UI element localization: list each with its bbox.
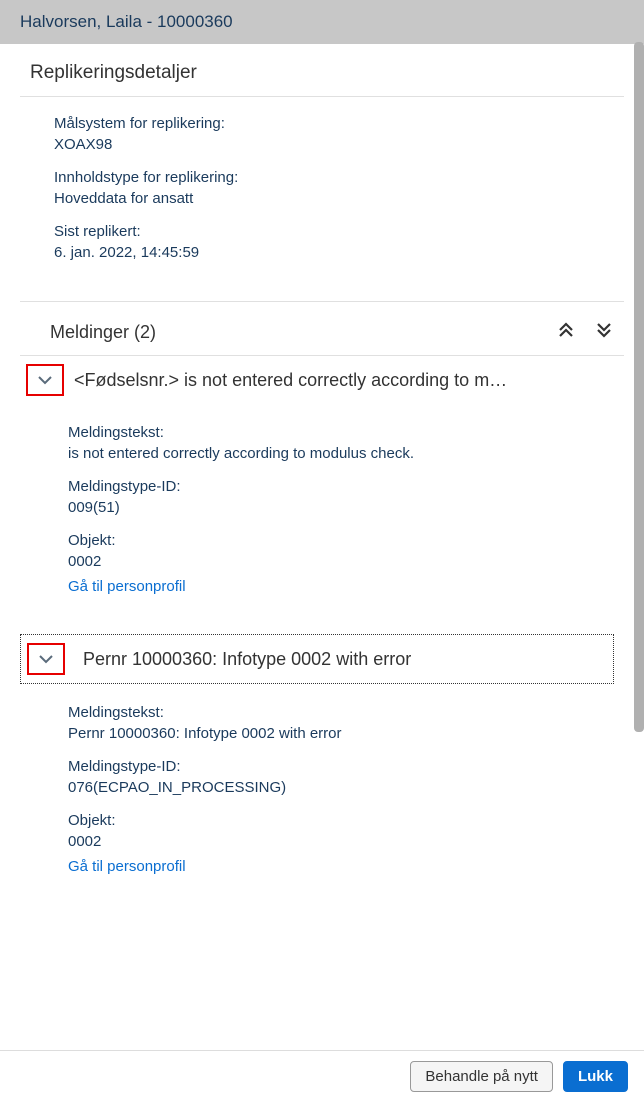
page-header: Halvorsen, Laila - 10000360 xyxy=(0,0,644,44)
message-body: Meldingstekst: Pernr 10000360: Infotype … xyxy=(20,684,624,886)
expand-all-icon[interactable] xyxy=(594,320,614,345)
message-body: Meldingstekst: is not entered correctly … xyxy=(20,404,624,606)
message-type-id-label: Meldingstype-ID: xyxy=(68,758,614,775)
process-again-button[interactable]: Behandle på nytt xyxy=(410,1061,553,1092)
messages-title: Meldinger (2) xyxy=(50,322,156,343)
message-header-row[interactable]: Pernr 10000360: Infotype 0002 with error xyxy=(20,634,614,684)
message-object-value: 0002 xyxy=(68,833,614,850)
footer-bar: Behandle på nytt Lukk xyxy=(0,1050,644,1102)
details-block: Målsystem for replikering: XOAX98 Innhol… xyxy=(20,97,624,295)
scrollbar[interactable] xyxy=(634,42,644,732)
content-type-value: Hoveddata for ansatt xyxy=(54,190,614,207)
close-button[interactable]: Lukk xyxy=(563,1061,628,1092)
message-header-row[interactable]: <Fødselsnr.> is not entered correctly ac… xyxy=(20,356,624,404)
message-object-label: Objekt: xyxy=(68,812,614,829)
message-type-id-label: Meldingstype-ID: xyxy=(68,478,614,495)
message-text-value: Pernr 10000360: Infotype 0002 with error xyxy=(68,725,614,742)
target-system-value: XOAX98 xyxy=(54,136,614,153)
expand-toggle[interactable] xyxy=(27,643,65,675)
content-area: Replikeringsdetaljer Målsystem for repli… xyxy=(0,44,644,886)
message-type-id-value: 009(51) xyxy=(68,499,614,516)
content-type-label: Innholdstype for replikering: xyxy=(54,169,614,186)
last-replicated-label: Sist replikert: xyxy=(54,223,614,240)
page-title: Halvorsen, Laila - 10000360 xyxy=(20,12,233,31)
message-title: Pernr 10000360: Infotype 0002 with error xyxy=(75,649,603,670)
target-system-label: Målsystem for replikering: xyxy=(54,115,614,132)
last-replicated-value: 6. jan. 2022, 14:45:59 xyxy=(54,244,614,261)
section-divider xyxy=(20,301,624,302)
message-object-value: 0002 xyxy=(68,553,614,570)
message-text-value: is not entered correctly according to mo… xyxy=(68,445,614,462)
message-object-label: Objekt: xyxy=(68,532,614,549)
message-text-label: Meldingstekst: xyxy=(68,424,614,441)
person-profile-link[interactable]: Gå til personprofil xyxy=(68,858,186,875)
collapse-expand-group xyxy=(556,320,614,345)
details-section-title: Replikeringsdetaljer xyxy=(20,44,624,97)
messages-header: Meldinger (2) xyxy=(20,308,624,356)
message-title: <Fødselsnr.> is not entered correctly ac… xyxy=(74,370,614,391)
expand-toggle[interactable] xyxy=(26,364,64,396)
collapse-all-icon[interactable] xyxy=(556,320,576,345)
message-type-id-value: 076(ECPAO_IN_PROCESSING) xyxy=(68,779,614,796)
chevron-down-icon xyxy=(37,375,53,385)
person-profile-link[interactable]: Gå til personprofil xyxy=(68,578,186,595)
message-text-label: Meldingstekst: xyxy=(68,704,614,721)
chevron-down-icon xyxy=(38,654,54,664)
